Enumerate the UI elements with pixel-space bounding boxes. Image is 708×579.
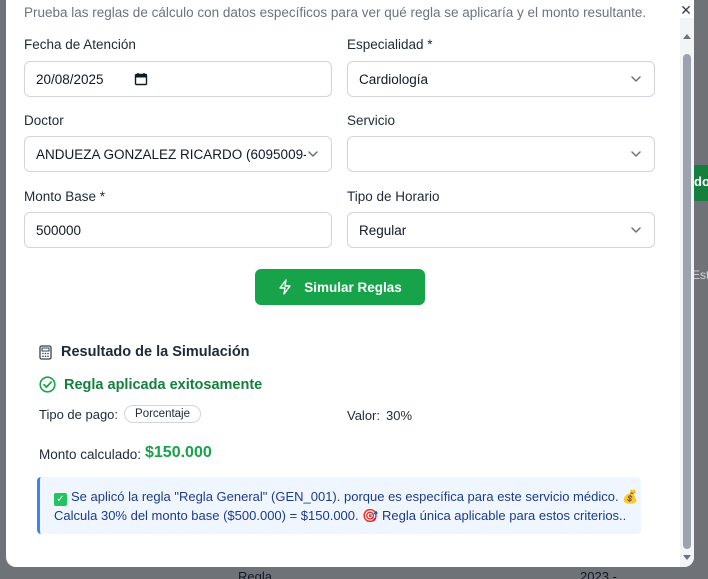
- background-cell-rule: Regla: [238, 569, 272, 579]
- result-title: Resultado de la Simulación: [39, 344, 250, 360]
- background-action-button: do: [692, 165, 708, 201]
- valor-value: 30%: [386, 408, 413, 423]
- background-text: Est: [692, 268, 708, 282]
- doctor-label: Doctor: [24, 113, 64, 128]
- chevron-down-icon: [631, 227, 641, 233]
- result-title-text: Resultado de la Simulación: [61, 344, 250, 360]
- monto-label: Monto Base *: [24, 189, 106, 204]
- success-status: Regla aplicada exitosamente: [39, 376, 262, 393]
- horario-select[interactable]: Regular: [347, 212, 655, 248]
- monto-value: 500000: [36, 222, 82, 238]
- servicio-label: Servicio: [347, 113, 396, 128]
- check-mark-icon: ✓: [54, 493, 67, 506]
- background-table-fragment: Regla 2023 -: [0, 567, 708, 579]
- simulate-button-label: Simular Reglas: [304, 279, 402, 295]
- simulation-dialog: Prueba las reglas de cálculo con datos e…: [6, 0, 694, 567]
- fecha-value: 20/08/2025: [36, 71, 104, 87]
- monto-calculado-value: $150.000: [145, 444, 212, 461]
- explanation-line-1: ✓ Se aplicó la regla "Regla General" (GEN…: [54, 487, 641, 506]
- monto-input[interactable]: 500000: [24, 212, 332, 248]
- background-cell-date: 2023 -: [580, 569, 617, 579]
- fecha-input[interactable]: 20/08/2025: [24, 61, 332, 97]
- doctor-select[interactable]: ANDUEZA GONZALEZ RICARDO (6095009-1): [24, 136, 332, 172]
- chevron-down-icon: [631, 151, 641, 157]
- horario-label: Tipo de Horario: [347, 189, 440, 204]
- close-icon[interactable]: ✕: [678, 2, 694, 18]
- tipo-pago-label: Tipo de pago:: [39, 406, 119, 422]
- chevron-down-icon: [631, 76, 641, 82]
- calendar-icon[interactable]: [134, 72, 148, 86]
- servicio-select[interactable]: [347, 136, 655, 172]
- explanation-line-2: Calcula 30% del monto base ($500.000) = …: [54, 508, 627, 523]
- check-circle-icon: [39, 376, 56, 393]
- dialog-body: Prueba las reglas de cálculo con datos e…: [6, 0, 680, 567]
- valor-row: Valor: 30%: [347, 408, 412, 423]
- scroll-up-arrow[interactable]: [683, 34, 691, 39]
- tipo-pago-row: Tipo de pago: Porcentaje: [39, 405, 202, 423]
- horario-value: Regular: [359, 222, 407, 238]
- dialog-description: Prueba las reglas de cálculo con datos e…: [24, 5, 647, 20]
- fecha-label: Fecha de Atención: [24, 37, 136, 52]
- lightning-icon: [279, 279, 291, 295]
- scroll-thumb[interactable]: [683, 54, 691, 549]
- doctor-value: ANDUEZA GONZALEZ RICARDO (6095009-1): [36, 146, 306, 162]
- especialidad-label: Especialidad *: [347, 37, 433, 52]
- scrollbar[interactable]: [680, 18, 694, 567]
- especialidad-value: Cardiología: [359, 71, 429, 87]
- especialidad-select[interactable]: Cardiología: [347, 61, 655, 97]
- chevron-down-icon: [308, 151, 318, 157]
- scroll-down-arrow[interactable]: [683, 555, 691, 560]
- simulate-button[interactable]: Simular Reglas: [255, 269, 425, 305]
- success-status-text: Regla aplicada exitosamente: [64, 376, 263, 393]
- explanation-box: ✓ Se aplicó la regla "Regla General" (GEN…: [37, 477, 641, 534]
- monto-calculado-label: Monto calculado:: [39, 447, 142, 462]
- valor-label: Valor:: [347, 408, 380, 423]
- tipo-pago-badge: Porcentaje: [124, 405, 202, 423]
- calculator-icon: [39, 344, 52, 360]
